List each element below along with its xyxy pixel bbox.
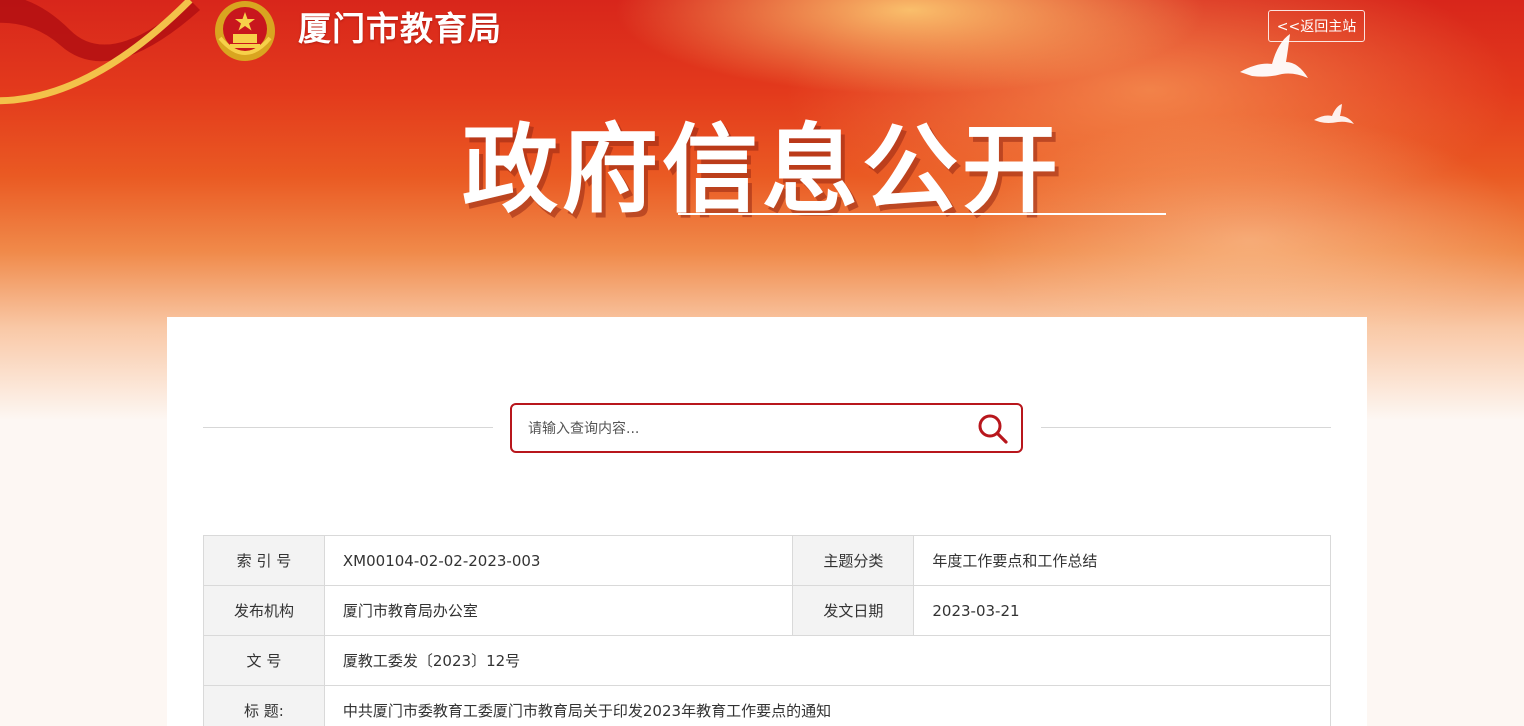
publisher-label: 发布机构 [203, 585, 325, 636]
publisher-value: 厦门市教育局办公室 [323, 585, 794, 636]
table-row: 标 题: 中共厦门市委教育工委厦门市教育局关于印发2023年教育工作要点的通知 [203, 685, 1332, 726]
dove-icon [1240, 34, 1308, 78]
main-content-panel: 索 引 号 XM00104-02-02-2023-003 主题分类 年度工作要点… [167, 317, 1367, 726]
divider [1041, 427, 1331, 428]
flag-ribbon-decoration [0, 0, 200, 105]
document-title-label: 标 题: [203, 685, 325, 726]
topic-category-value: 年度工作要点和工作总结 [913, 535, 1331, 586]
hero-title: 政府信息公开 [462, 114, 1062, 226]
hero-underline [678, 213, 1166, 215]
search-icon[interactable] [977, 413, 1009, 445]
issue-date-label: 发文日期 [792, 585, 915, 636]
table-row: 文 号 厦教工委发〔2023〕12号 [203, 635, 1332, 686]
site-name[interactable]: 厦门市教育局 [298, 2, 502, 50]
table-row: 发布机构 厦门市教育局办公室 发文日期 2023-03-21 [203, 585, 1331, 636]
table-row: 索 引 号 XM00104-02-02-2023-003 主题分类 年度工作要点… [203, 535, 1331, 586]
document-number-value: 厦教工委发〔2023〕12号 [323, 635, 1332, 686]
document-title-value: 中共厦门市委教育工委厦门市教育局关于印发2023年教育工作要点的通知 [323, 685, 1332, 726]
divider [203, 427, 493, 428]
index-number-value: XM00104-02-02-2023-003 [323, 535, 794, 586]
issue-date-value: 2023-03-21 [913, 585, 1331, 636]
search-input[interactable] [526, 416, 950, 442]
national-emblem-icon [215, 1, 275, 61]
dove-icon [1314, 104, 1354, 124]
document-info-table: 索 引 号 XM00104-02-02-2023-003 主题分类 年度工作要点… [203, 535, 1332, 726]
page: 厦门市教育局 <<返回主站 政府信息公开 索 引 号 XM00104-02-02… [0, 0, 1524, 726]
search-box [510, 403, 1023, 453]
index-number-label: 索 引 号 [203, 535, 325, 586]
topic-category-label: 主题分类 [792, 535, 915, 586]
document-number-label: 文 号 [203, 635, 325, 686]
